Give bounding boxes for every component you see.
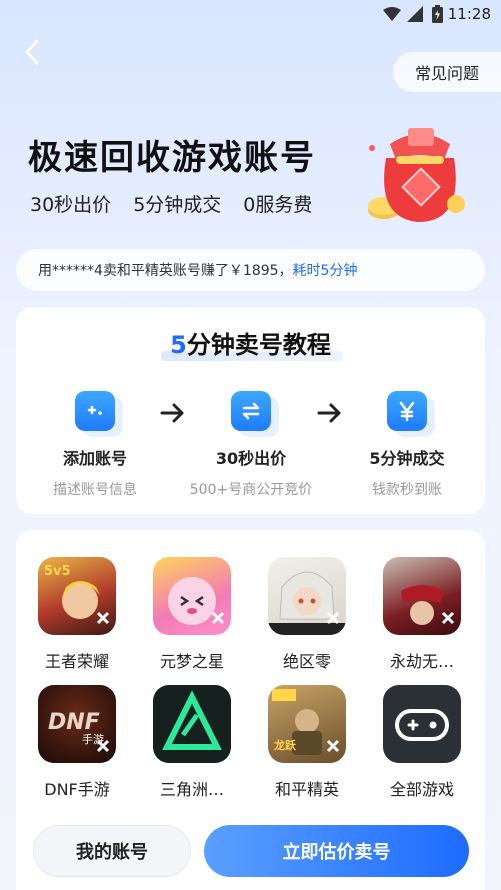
hero-tag: 5分钟成交 — [133, 194, 222, 216]
tutorial-title: 5分钟卖号教程 — [16, 325, 485, 360]
tutorial-title-text: 分钟卖号教程 — [186, 331, 331, 359]
game-name: 绝区零 — [282, 652, 331, 671]
arrow-right-icon — [160, 403, 184, 423]
ticker-text: 用******4卖和平精英账号赚了￥1895， — [38, 263, 293, 279]
svg-text:DNF: DNF — [48, 710, 100, 735]
yuanmeng-star-icon — [153, 557, 231, 635]
game-name: 全部游戏 — [389, 780, 454, 799]
game-name: 永劫无… — [389, 652, 454, 671]
game-zenless-zone-zero[interactable]: 绝区零 — [257, 557, 357, 672]
signal-icon — [407, 6, 423, 22]
arrow-right-icon — [317, 403, 341, 423]
step-sub: 描述账号信息 — [53, 482, 137, 498]
game-delta-force[interactable]: 三角洲… — [142, 685, 242, 800]
game-name: 元梦之星 — [159, 652, 224, 671]
faq-button[interactable]: 常见问题 — [393, 52, 501, 92]
tutorial-card: 5分钟卖号教程 添加账号 描述账号信息 30秒出价 500+号商公开竞价 5分钟… — [16, 307, 485, 514]
step-bid: 30秒出价 500+号商公开竞价 — [186, 391, 316, 499]
peacekeeper-elite-icon: 龙跃 — [268, 685, 346, 763]
ticker-accent: 耗时5分钟 — [292, 263, 358, 279]
step-label: 添加账号 — [62, 449, 127, 468]
game-dnf-mobile[interactable]: DNF 手游 DNF手游 — [27, 685, 127, 800]
zenless-zone-zero-icon — [268, 557, 346, 635]
game-name: 三角洲… — [159, 780, 224, 799]
game-name: 王者荣耀 — [44, 652, 109, 671]
estimate-sell-button[interactable]: 立即估价卖号 — [204, 825, 469, 877]
back-button[interactable] — [16, 36, 48, 68]
naraka-icon — [383, 557, 461, 635]
dnf-mobile-icon: DNF 手游 — [38, 685, 116, 763]
step-sub: 500+号商公开竞价 — [189, 482, 313, 498]
game-name: DNF手游 — [44, 780, 110, 799]
game-peacekeeper-elite[interactable]: 龙跃 和平精英 — [257, 685, 357, 800]
chevron-left-icon — [25, 39, 39, 65]
honor-of-kings-icon: 5v5 — [38, 557, 116, 635]
step-sub: 钱款秒到账 — [372, 482, 442, 498]
status-time: 11:28 — [447, 5, 491, 23]
game-naraka[interactable]: 永劫无… — [372, 557, 472, 672]
sale-ticker: 用******4卖和平精英账号赚了￥1895， 耗时5分钟 — [16, 249, 485, 291]
hero-tags: 30秒出价 5分钟成交 0服务费 — [30, 190, 312, 217]
all-games-gamepad-icon — [383, 685, 461, 763]
exchange-icon — [231, 391, 271, 431]
game-all-games[interactable]: 全部游戏 — [372, 685, 472, 800]
yen-icon — [387, 391, 427, 431]
step-deal: 5分钟成交 钱款秒到账 — [342, 391, 472, 499]
status-bar: 11:28 — [0, 0, 501, 30]
wifi-icon — [383, 7, 401, 21]
hero-tag: 30秒出价 — [30, 194, 112, 216]
game-name: 和平精英 — [274, 780, 339, 799]
hero-title: 极速回收游戏账号 — [28, 138, 316, 178]
svg-text:5v5: 5v5 — [44, 564, 71, 579]
step-label: 5分钟成交 — [369, 449, 445, 468]
step-label: 30秒出价 — [215, 449, 287, 468]
tutorial-title-number: 5 — [170, 331, 187, 359]
game-yuanmeng-star[interactable]: 元梦之星 — [142, 557, 242, 672]
svg-text:龙跃: 龙跃 — [273, 738, 297, 752]
battery-icon — [432, 5, 443, 23]
money-bag-illustration — [368, 128, 465, 222]
bottom-action-bar: 我的账号 立即估价卖号 — [0, 820, 501, 890]
delta-force-icon — [153, 685, 231, 763]
step-add-account: 添加账号 描述账号信息 — [30, 391, 160, 499]
hero-tag: 0服务费 — [243, 194, 313, 216]
my-account-button[interactable]: 我的账号 — [33, 825, 191, 877]
game-honor-of-kings[interactable]: 5v5 王者荣耀 — [27, 557, 127, 672]
add-account-icon — [75, 391, 115, 431]
